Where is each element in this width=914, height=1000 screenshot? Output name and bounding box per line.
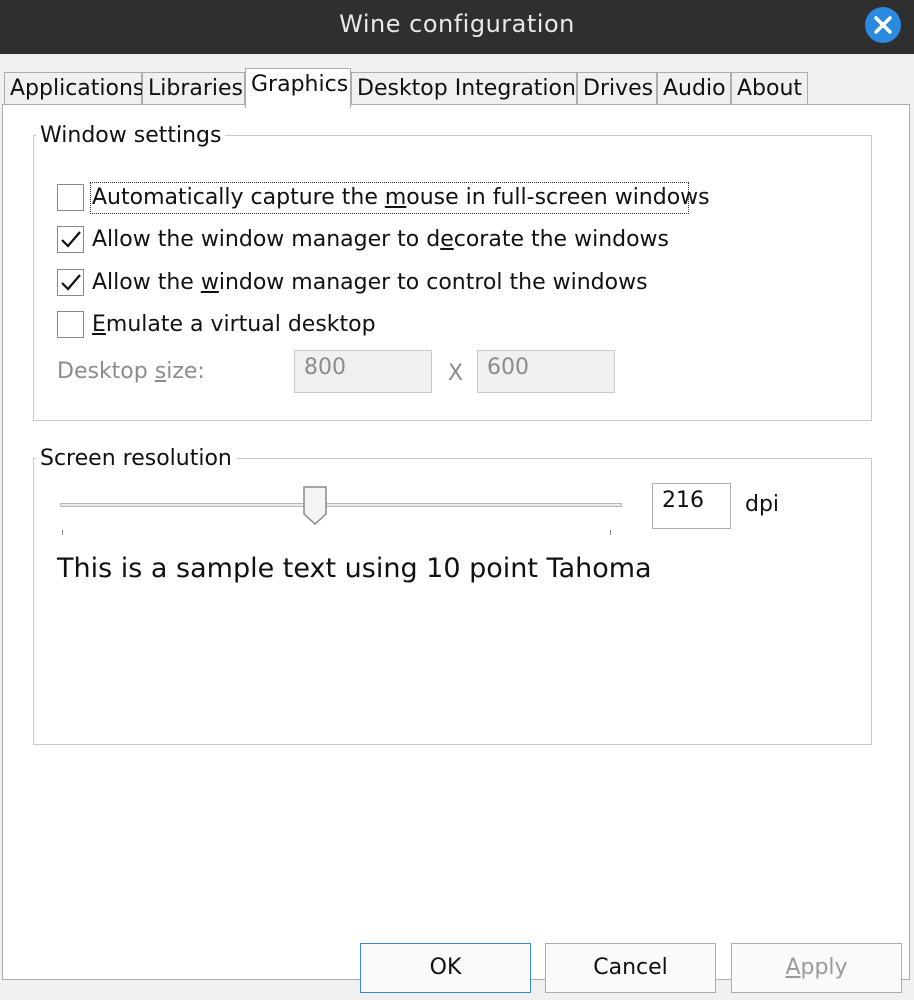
graphics-panel: Window settings Automatically capture th… (2, 104, 910, 980)
cancel-button[interactable]: Cancel (545, 943, 716, 993)
desktop-height-input[interactable]: 600 (477, 350, 615, 393)
apply-button[interactable]: Apply (731, 943, 902, 993)
capture-mouse-checkbox[interactable] (57, 184, 84, 211)
control-windows-label: Allow the window manager to control the … (92, 270, 648, 295)
dialog-body: Applications Libraries Graphics Desktop … (0, 54, 914, 1000)
dpi-slider-track[interactable] (60, 503, 622, 507)
dpi-slider-thumb[interactable] (303, 486, 327, 526)
tab-desktop-integration[interactable]: Desktop Integration (351, 72, 577, 106)
decorate-windows-checkbox[interactable] (57, 226, 84, 253)
tab-about[interactable]: About (731, 72, 808, 106)
desktop-width-input[interactable]: 800 (294, 350, 432, 393)
dpi-input[interactable]: 216 (652, 483, 731, 529)
window-settings-title: Window settings (36, 123, 226, 149)
capture-mouse-label: Automatically capture the mouse in full-… (92, 185, 710, 210)
close-icon (874, 16, 892, 34)
slider-tick (62, 530, 63, 535)
tab-audio[interactable]: Audio (657, 72, 731, 106)
close-button[interactable] (865, 7, 901, 43)
ok-button[interactable]: OK (360, 943, 531, 993)
screen-resolution-group: Screen resolution 216 dpi This is a samp… (33, 446, 872, 745)
tab-graphics[interactable]: Graphics (245, 68, 351, 108)
desktop-size-label: Desktop size: (57, 359, 205, 384)
tab-drives[interactable]: Drives (577, 72, 657, 106)
desktop-size-separator: X (448, 361, 464, 386)
decorate-windows-label: Allow the window manager to decorate the… (92, 227, 670, 252)
window-settings-group: Window settings Automatically capture th… (33, 123, 872, 421)
tab-applications[interactable]: Applications (4, 72, 144, 106)
virtual-desktop-checkbox[interactable] (57, 311, 84, 338)
checkmark-icon (61, 231, 81, 248)
slider-tick (610, 530, 611, 535)
dpi-unit-label: dpi (745, 492, 780, 517)
sample-text: This is a sample text using 10 point Tah… (57, 553, 652, 584)
window-title: Wine configuration (339, 10, 575, 38)
title-bar: Wine configuration (0, 0, 914, 54)
checkmark-icon (61, 274, 81, 291)
screen-resolution-title: Screen resolution (36, 446, 236, 472)
tab-libraries[interactable]: Libraries (142, 72, 245, 106)
control-windows-checkbox[interactable] (57, 269, 84, 296)
virtual-desktop-label: Emulate a virtual desktop (92, 312, 376, 337)
